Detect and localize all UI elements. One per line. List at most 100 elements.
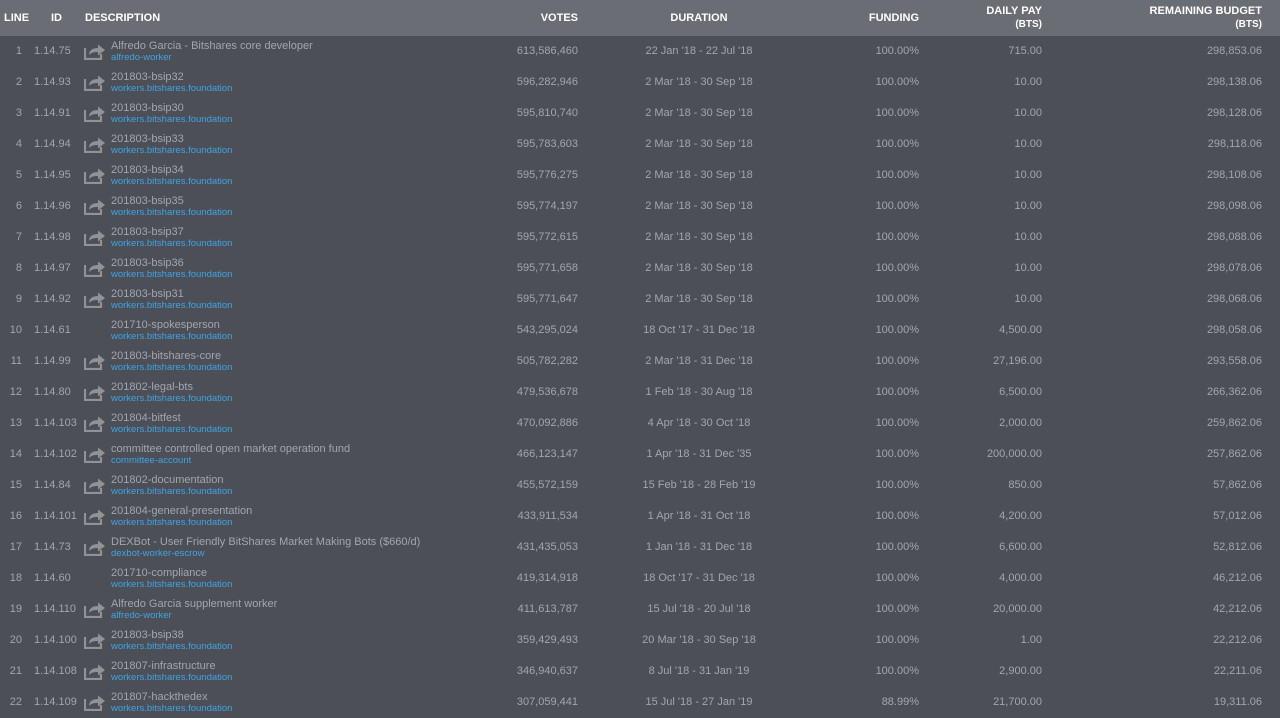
table-row[interactable]: 7 1.14.98 201803-bsip37 workers.bitshares.f… <box>0 222 1280 253</box>
table-row[interactable]: 17 1.14.73 DEXBot - User Friendly BitShare… <box>0 532 1280 563</box>
row-id: 1.14.91 <box>34 107 71 119</box>
column-header-funding-label: FUNDING <box>868 11 919 24</box>
table-row[interactable]: 19 1.14.110 Alfredo Garcia supplement work… <box>0 594 1280 625</box>
worker-account-link[interactable]: dexbot-worker-escrow <box>111 548 420 559</box>
worker-account-link[interactable]: workers.bitshares.foundation <box>111 641 232 652</box>
row-line: 15 <box>9 479 22 491</box>
worker-account-link[interactable]: workers.bitshares.foundation <box>111 672 232 683</box>
column-header-description[interactable]: DESCRIPTION <box>85 0 285 36</box>
worker-account-link[interactable]: workers.bitshares.foundation <box>111 517 252 528</box>
share-icon[interactable] <box>83 693 106 712</box>
row-votes: 307,059,441 <box>516 696 578 708</box>
row-duration: 2 Mar '18 - 30 Sep '18 <box>645 293 753 305</box>
share-icon[interactable] <box>83 228 106 247</box>
worker-name: 201710-spokesperson <box>111 319 220 331</box>
share-icon[interactable] <box>83 662 106 681</box>
share-icon[interactable] <box>83 290 106 309</box>
table-row[interactable]: 14 1.14.102 committee controlled open mark… <box>0 439 1280 470</box>
worker-account-link[interactable]: workers.bitshares.foundation <box>111 269 232 280</box>
share-icon[interactable] <box>83 383 106 402</box>
worker-account-link[interactable]: workers.bitshares.foundation <box>111 207 232 218</box>
worker-name: 201807-infrastructure <box>111 660 216 672</box>
worker-account-link[interactable]: workers.bitshares.foundation <box>111 114 232 125</box>
worker-account-link[interactable]: workers.bitshares.foundation <box>111 83 232 94</box>
share-icon[interactable] <box>83 73 106 92</box>
share-icon[interactable] <box>83 166 106 185</box>
table-row[interactable]: 10 1.14.61 201710-spokesperson workers.bits… <box>0 315 1280 346</box>
table-row[interactable]: 22 1.14.109 201807-hackthedex workers.bitsh… <box>0 687 1280 718</box>
table-row[interactable]: 2 1.14.93 201803-bsip32 workers.bitshares.f… <box>0 67 1280 98</box>
worker-account-link[interactable]: committee-account <box>111 455 350 466</box>
row-description: 201803-bsip38 workers.bitshares.foundatio… <box>111 629 232 653</box>
share-icon[interactable] <box>83 507 106 526</box>
table-row[interactable]: 5 1.14.95 201803-bsip34 workers.bitshares.f… <box>0 160 1280 191</box>
table-row[interactable]: 6 1.14.96 201803-bsip35 workers.bitshares.f… <box>0 191 1280 222</box>
worker-account-link[interactable]: workers.bitshares.foundation <box>111 393 232 404</box>
table-row[interactable]: 16 1.14.101 201804-general-presentation wor… <box>0 501 1280 532</box>
row-votes: 431,435,053 <box>516 541 578 553</box>
worker-account-link[interactable]: workers.bitshares.foundation <box>111 579 232 590</box>
share-icon[interactable] <box>83 631 106 650</box>
worker-name: DEXBot - User Friendly BitShares Market … <box>111 536 421 548</box>
share-icon[interactable] <box>83 414 106 433</box>
row-daily-pay: 10.00 <box>1014 76 1042 88</box>
worker-account-link[interactable]: workers.bitshares.foundation <box>111 238 232 249</box>
share-icon[interactable] <box>83 135 106 154</box>
share-icon[interactable] <box>83 445 106 464</box>
table-row[interactable]: 21 1.14.108 201807-infrastructure workers.b… <box>0 656 1280 687</box>
table-row[interactable]: 15 1.14.84 201802-documentation workers.bit… <box>0 470 1280 501</box>
row-funding: 100.00% <box>875 231 919 243</box>
worker-account-link[interactable]: workers.bitshares.foundation <box>111 486 232 497</box>
column-header-id[interactable]: ID <box>51 0 81 36</box>
worker-account-link[interactable]: workers.bitshares.foundation <box>111 300 232 311</box>
share-icon[interactable] <box>83 352 106 371</box>
table-row[interactable]: 1 1.14.75 Alfredo Garcia - Bitshares core … <box>0 36 1280 67</box>
worker-account-link[interactable]: workers.bitshares.foundation <box>111 176 232 187</box>
worker-account-link[interactable]: alfredo-worker <box>111 52 313 63</box>
row-description: 201803-bsip35 workers.bitshares.foundatio… <box>111 195 232 219</box>
column-header-votes[interactable]: VOTES <box>478 0 578 36</box>
row-description: 201802-legal-bts workers.bitshares.founda… <box>111 381 232 405</box>
row-votes: 505,782,282 <box>516 355 578 367</box>
row-votes: 595,774,197 <box>516 200 578 212</box>
table-row[interactable]: 9 1.14.92 201803-bsip31 workers.bitshares.f… <box>0 284 1280 315</box>
column-header-duration[interactable]: DURATION <box>619 0 779 36</box>
table-row[interactable]: 18 1.14.60 201710-compliance workers.bitsha… <box>0 563 1280 594</box>
column-header-funding[interactable]: FUNDING <box>819 0 919 36</box>
row-duration: 4 Apr '18 - 30 Oct '18 <box>647 417 751 429</box>
row-id: 1.14.100 <box>34 634 77 646</box>
table-row[interactable]: 20 1.14.100 201803-bsip38 workers.bitshares… <box>0 625 1280 656</box>
table-row[interactable]: 12 1.14.80 201802-legal-bts workers.bitshar… <box>0 377 1280 408</box>
worker-account-link[interactable]: alfredo-worker <box>111 610 277 621</box>
share-icon[interactable] <box>83 259 106 278</box>
column-header-remaining-budget[interactable]: REMAINING BUDGET (BTS) <box>1102 0 1262 36</box>
column-header-daily-pay[interactable]: DAILY PAY (BTS) <box>922 0 1042 36</box>
row-daily-pay: 2,900.00 <box>999 665 1042 677</box>
row-daily-pay: 10.00 <box>1014 293 1042 305</box>
row-description: 201807-infrastructure workers.bitshares.f… <box>111 660 232 684</box>
table-row[interactable]: 11 1.14.99 201803-bitshares-core workers.bi… <box>0 346 1280 377</box>
table-row[interactable]: 13 1.14.103 201804-bitfest workers.bitshare… <box>0 408 1280 439</box>
row-id: 1.14.101 <box>34 510 77 522</box>
column-header-line[interactable]: LINE <box>4 0 34 36</box>
worker-account-link[interactable]: workers.bitshares.foundation <box>111 331 232 342</box>
share-icon[interactable] <box>83 104 106 123</box>
table-row[interactable]: 8 1.14.97 201803-bsip36 workers.bitshares.f… <box>0 253 1280 284</box>
row-line: 7 <box>15 231 22 243</box>
worker-account-link[interactable]: workers.bitshares.foundation <box>111 703 232 714</box>
share-icon[interactable] <box>83 197 106 216</box>
row-id: 1.14.110 <box>34 603 77 615</box>
row-daily-pay: 850.00 <box>1008 479 1042 491</box>
share-icon[interactable] <box>83 42 106 61</box>
row-funding: 100.00% <box>875 417 919 429</box>
share-icon[interactable] <box>83 476 106 495</box>
table-row[interactable]: 3 1.14.91 201803-bsip30 workers.bitshares.f… <box>0 98 1280 129</box>
share-icon[interactable] <box>83 600 106 619</box>
table-row[interactable]: 4 1.14.94 201803-bsip33 workers.bitshares.f… <box>0 129 1280 160</box>
row-votes: 595,771,647 <box>516 293 578 305</box>
worker-name: 201803-bsip37 <box>111 226 184 238</box>
worker-account-link[interactable]: workers.bitshares.foundation <box>111 424 232 435</box>
worker-account-link[interactable]: workers.bitshares.foundation <box>111 145 232 156</box>
share-icon[interactable] <box>83 538 106 557</box>
worker-account-link[interactable]: workers.bitshares.foundation <box>111 362 232 373</box>
